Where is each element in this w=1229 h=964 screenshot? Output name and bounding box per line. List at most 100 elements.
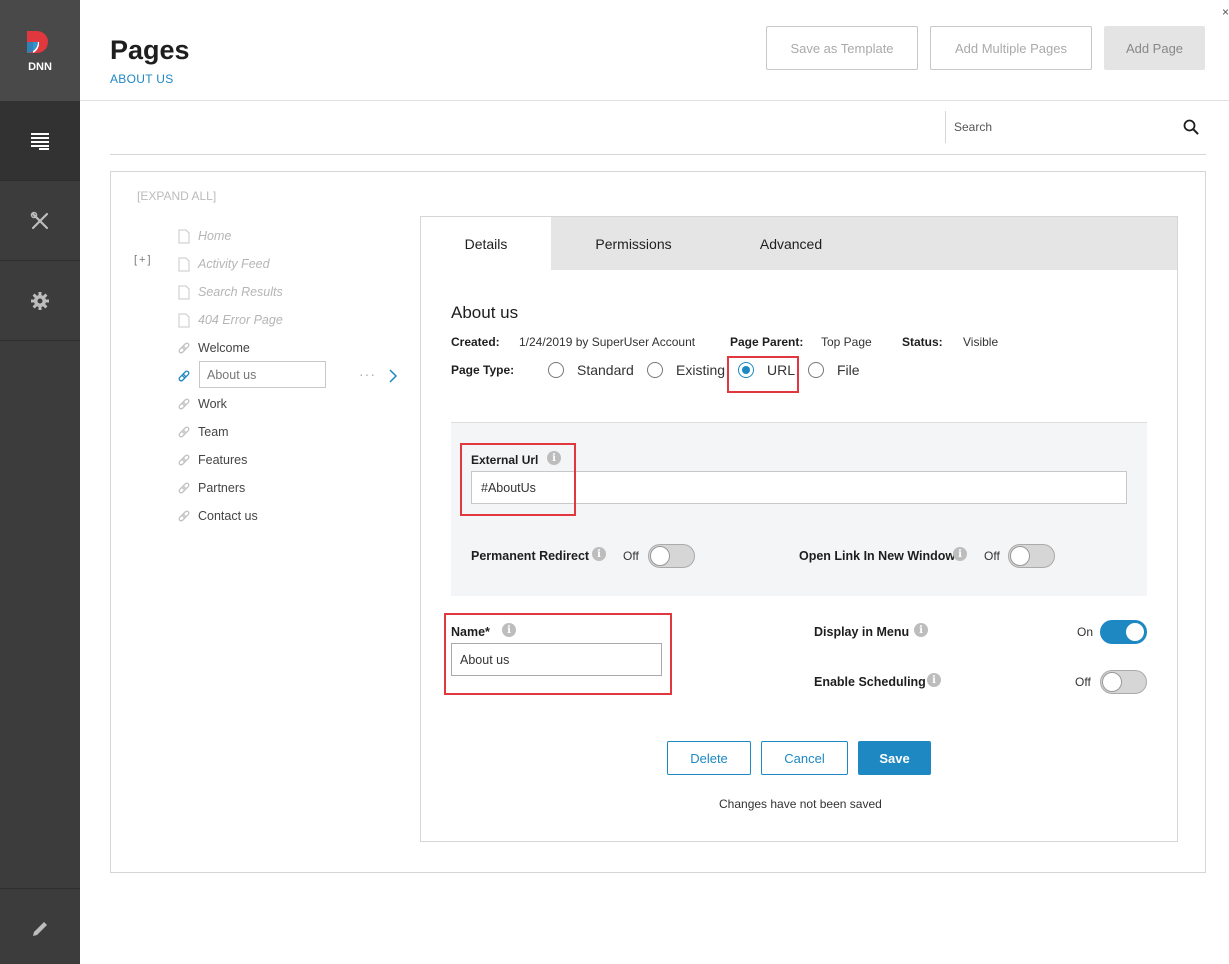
link-icon [176,424,192,440]
pages-list-icon [31,132,49,150]
toggle-knob [1125,622,1145,642]
open-new-window-toggle[interactable] [1008,544,1055,568]
save-as-template-button[interactable]: Save as Template [766,26,918,70]
page-file-icon [176,284,192,300]
toggle-knob [1010,546,1030,566]
add-multiple-pages-button[interactable]: Add Multiple Pages [930,26,1092,70]
unsaved-changes-message: Changes have not been saved [719,797,882,811]
radio-label: File [837,362,860,378]
save-button[interactable]: Save [858,741,931,775]
status-value: Visible [963,335,999,349]
highlight-name-field [444,613,672,695]
info-icon[interactable]: i [953,547,967,561]
created-label: Created: [451,335,500,349]
tree-item[interactable] [176,364,198,388]
link-icon [176,368,192,384]
divider [110,154,1206,155]
sidebar-item-pages[interactable] [0,101,80,181]
radio-circle [548,362,564,378]
left-sidebar: DNN [0,0,80,964]
tree-item[interactable]: Home [176,224,231,248]
tree-item-about-us-selected[interactable]: About us [199,361,326,388]
radio-label: Standard [577,362,634,378]
search-icon[interactable] [1183,119,1199,135]
tree-item-label: Team [198,425,229,439]
expand-all-link[interactable]: [EXPAND ALL] [137,189,216,203]
chevron-right-icon[interactable] [388,368,398,384]
radio-label: Existing [676,362,726,378]
pencil-icon [33,921,47,936]
page-title: Pages [110,35,190,65]
highlight-url-radio [727,356,799,393]
permanent-redirect-toggle[interactable] [648,544,695,568]
tree-item[interactable]: 404 Error Page [176,308,283,332]
created-value: 1/24/2019 by SuperUser Account [519,335,696,349]
page-file-icon [176,256,192,272]
permanent-redirect-state: Off [623,549,639,563]
tree-item-label: Home [198,229,232,243]
cancel-button[interactable]: Cancel [761,741,848,775]
sidebar-item-tools[interactable] [0,181,80,261]
search-bar [945,111,1206,143]
radio-circle [808,362,824,378]
open-new-window-state: Off [984,549,1000,563]
tab-bar: Details Permissions Advanced [421,217,1177,271]
display-in-menu-state: On [1077,625,1094,639]
info-icon[interactable]: i [914,623,928,637]
display-in-menu-toggle[interactable] [1100,620,1147,644]
tree-item[interactable]: Work [176,392,227,416]
open-new-window-label: Open Link In New Window [799,549,956,563]
delete-button[interactable]: Delete [667,741,751,775]
sidebar-item-settings[interactable] [0,261,80,341]
info-icon[interactable]: i [927,673,941,687]
tree-item[interactable]: Team [176,420,229,444]
enable-scheduling-toggle[interactable] [1100,670,1147,694]
tree-item[interactable]: Contact us [176,504,258,528]
logo-text: DNN [28,61,52,73]
status-label: Status: [902,335,943,349]
link-icon [176,396,192,412]
sidebar-item-edit[interactable] [0,888,80,964]
toggle-knob [650,546,670,566]
info-icon[interactable]: i [592,547,606,561]
dnn-logo[interactable]: DNN [0,0,80,101]
close-icon[interactable]: × [1222,5,1229,19]
more-options-icon[interactable]: ··· [359,366,376,382]
tools-icon [30,211,49,229]
toggle-knob [1102,672,1122,692]
page-file-icon [176,228,192,244]
link-icon [176,452,192,468]
tree-item[interactable]: Activity Feed [176,252,270,276]
tree-item[interactable]: Welcome [176,336,250,360]
tree-item[interactable]: Partners [176,476,245,500]
tree-item-label: Features [198,453,248,467]
tree-expand-toggle[interactable]: [+] [134,254,153,266]
enable-scheduling-state: Off [1075,675,1091,689]
tree-item-label: Partners [198,481,246,495]
enable-scheduling-label: Enable Scheduling [814,675,926,689]
tab-permissions[interactable]: Permissions [561,217,706,270]
link-icon [176,340,192,356]
radio-circle [647,362,663,378]
tree-item-label: Work [198,397,227,411]
page-type-existing-radio[interactable]: Existing [647,362,725,378]
tree-item-label: 404 Error Page [198,313,283,327]
search-input[interactable] [954,115,1174,139]
tree-item-label: Welcome [198,341,250,355]
breadcrumb[interactable]: ABOUT US [110,72,174,86]
link-icon [176,480,192,496]
page-parent-value: Top Page [821,335,872,349]
page-type-standard-radio[interactable]: Standard [548,362,634,378]
display-in-menu-label: Display in Menu [814,625,910,639]
add-page-button[interactable]: Add Page [1104,26,1205,70]
tree-item[interactable]: Search Results [176,280,283,304]
highlight-external-url [460,443,576,516]
tab-advanced[interactable]: Advanced [721,217,861,270]
tree-item-label: Contact us [198,509,258,523]
page-heading: About us [451,303,519,322]
tab-details[interactable]: Details [421,217,551,271]
tree-item[interactable]: Features [176,448,247,472]
tree-item-label: Activity Feed [198,257,270,271]
page-type-label: Page Type: [451,363,515,377]
page-type-file-radio[interactable]: File [808,362,860,378]
